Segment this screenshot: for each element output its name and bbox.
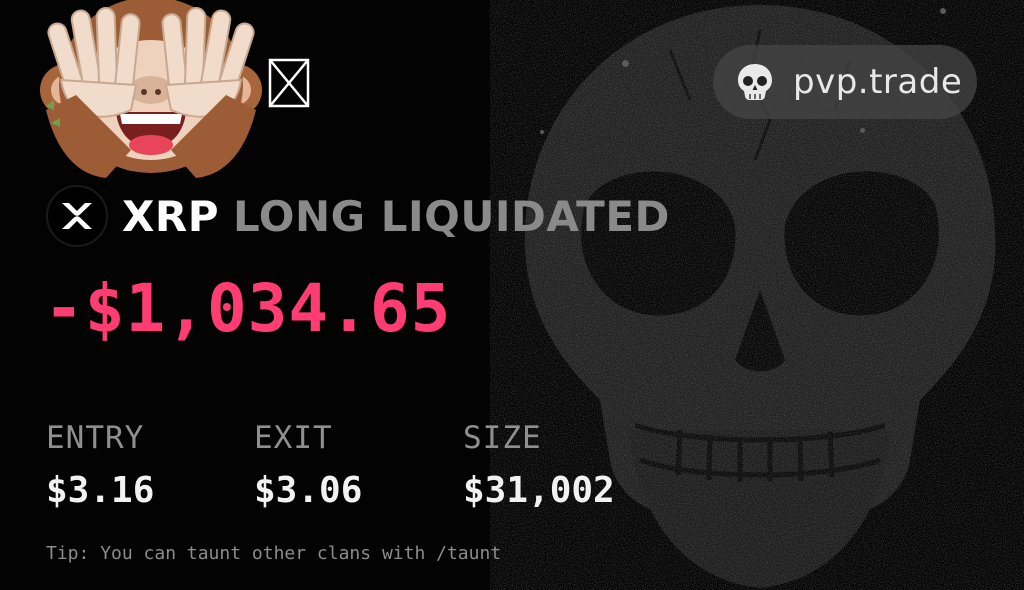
- paint-speck: [540, 130, 544, 134]
- skull-icon: [738, 64, 772, 100]
- size-label: SIZE: [463, 420, 542, 456]
- entry-value: $3.16: [46, 470, 155, 511]
- paint-speck: [622, 60, 629, 67]
- see-no-evil-monkey-icon: [40, 0, 262, 178]
- paint-speck: [940, 8, 946, 14]
- size-stat: SIZE $31,002: [463, 420, 615, 511]
- size-value: $31,002: [463, 470, 615, 511]
- brand-badge: pvp.trade: [713, 45, 977, 119]
- pnl-card: pvp.trade XRP LONG LIQUIDATED -$1,034.65…: [0, 0, 1024, 590]
- exit-stat: EXIT $3.06: [254, 420, 362, 511]
- paint-speck: [860, 128, 865, 133]
- tip-text: Tip: You can taunt other clans with /tau…: [46, 543, 502, 564]
- pnl-amount: -$1,034.65: [44, 270, 452, 347]
- xrp-logo-icon: [46, 185, 108, 247]
- entry-label: ENTRY: [46, 420, 145, 456]
- entry-stat: ENTRY $3.16: [46, 420, 154, 511]
- exit-value: $3.06: [254, 470, 363, 511]
- exit-label: EXIT: [254, 420, 333, 456]
- missing-glyph-icon: [268, 58, 310, 108]
- position-status: LONG LIQUIDATED: [233, 191, 670, 241]
- brand-name: pvp.trade: [793, 62, 963, 102]
- position-title: XRP LONG LIQUIDATED: [46, 185, 670, 247]
- asset-ticker: XRP: [122, 191, 220, 241]
